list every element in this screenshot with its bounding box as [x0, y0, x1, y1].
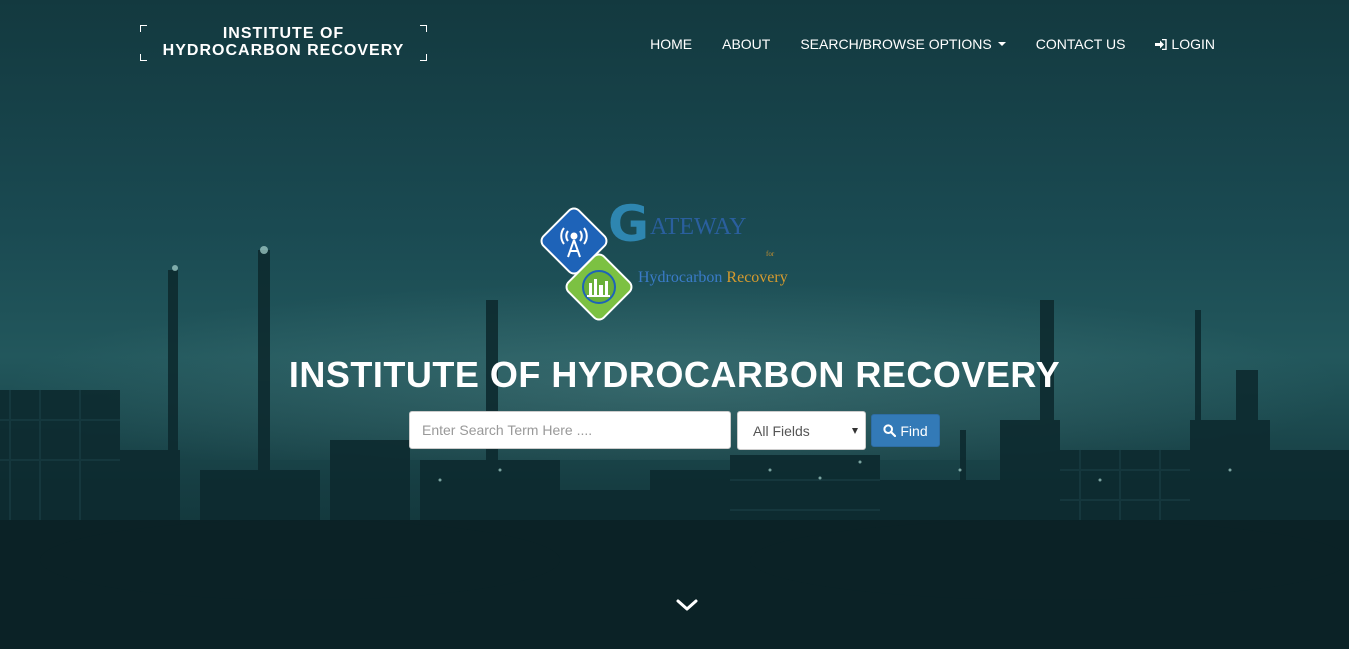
search-icon	[883, 424, 897, 437]
caret-down-icon	[997, 42, 1006, 46]
brand-line-2: HYDROCARBON RECOVERY	[162, 42, 405, 59]
gateway-subtitle: Hydrocarbon Recovery	[638, 269, 788, 287]
hero-section: INSTITUTE OF HYDROCARBON RECOVERY HOME A…	[0, 0, 1349, 649]
nav-login-label: LOGIN	[1171, 36, 1215, 52]
gateway-g-letter: G	[608, 195, 650, 253]
chevron-down-icon[interactable]	[675, 597, 699, 613]
brand-logo[interactable]: INSTITUTE OF HYDROCARBON RECOVERY	[140, 25, 427, 61]
corner-decoration	[420, 25, 427, 32]
find-button-label: Find	[900, 422, 928, 439]
gateway-logo: G ATEWAY for Hydrocarbon Recovery	[536, 195, 816, 328]
select-arrow-icon	[852, 428, 858, 434]
gateway-hydrocarbon: Hydrocarbon	[638, 269, 723, 286]
nav-search-browse-label: SEARCH/BROWSE OPTIONS	[800, 36, 992, 52]
page-title: INSTITUTE OF HYDROCARBON RECOVERY	[288, 354, 1061, 395]
search-input[interactable]	[409, 411, 731, 449]
nav-contact[interactable]: CONTACT US	[1036, 36, 1126, 52]
gateway-word-rest: ATEWAY	[650, 214, 747, 240]
gateway-for: for	[766, 250, 775, 258]
gateway-recovery: Recovery	[726, 269, 788, 286]
corner-decoration	[140, 25, 147, 32]
nav-login[interactable]: LOGIN	[1155, 36, 1215, 52]
field-select[interactable]: All Fields	[737, 411, 866, 450]
nav-home[interactable]: HOME	[650, 36, 692, 52]
corner-decoration	[420, 54, 427, 61]
nav-search-browse[interactable]: SEARCH/BROWSE OPTIONS	[800, 36, 1006, 52]
sign-in-icon	[1155, 38, 1168, 50]
nav-about[interactable]: ABOUT	[722, 36, 770, 52]
corner-decoration	[140, 54, 147, 61]
find-button[interactable]: Find	[871, 414, 940, 447]
main-nav: HOME ABOUT SEARCH/BROWSE OPTIONS CONTACT…	[620, 36, 1215, 52]
brand-line-1: INSTITUTE OF	[222, 25, 345, 42]
field-select-value: All Fields	[753, 422, 810, 439]
